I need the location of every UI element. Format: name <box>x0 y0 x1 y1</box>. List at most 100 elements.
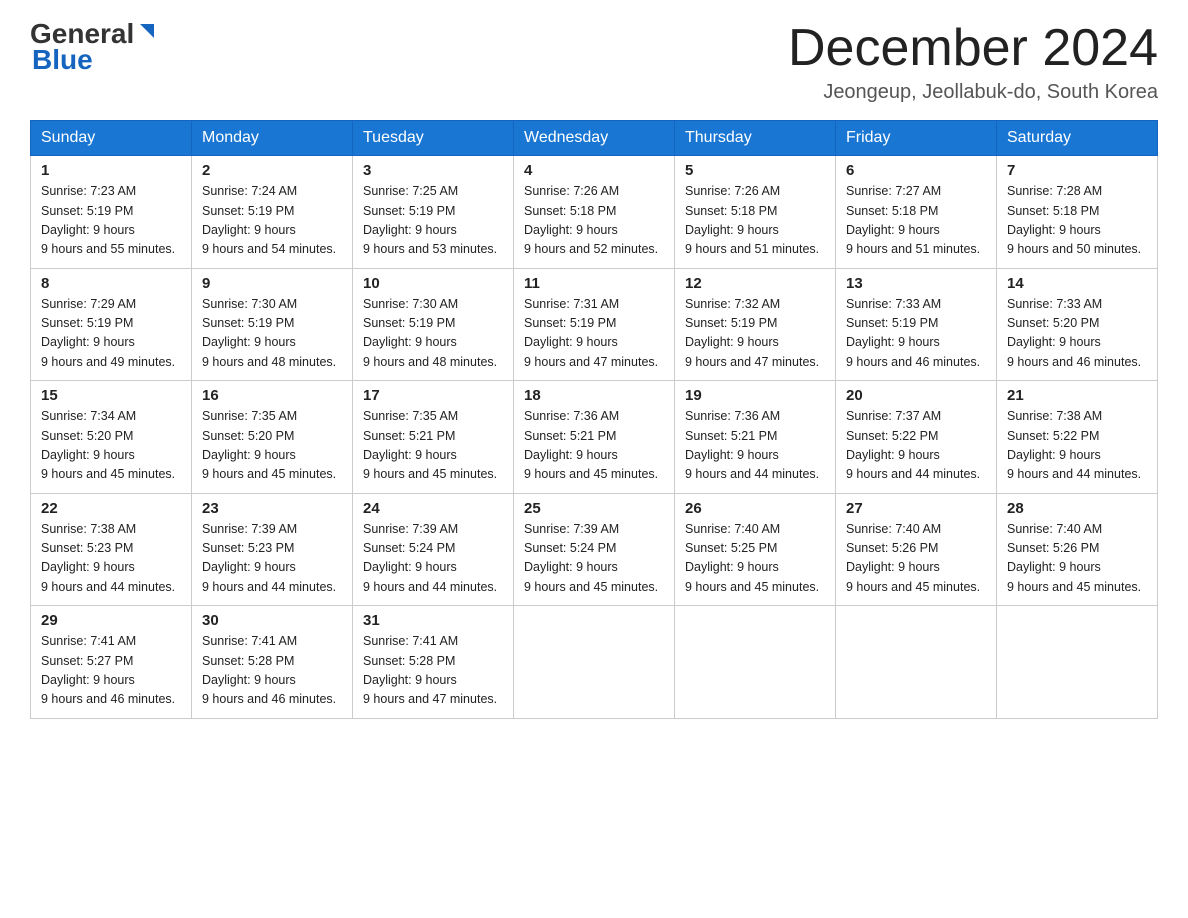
day-info: Sunrise: 7:33 AMSunset: 5:20 PMDaylight:… <box>1007 297 1141 369</box>
day-number: 19 <box>685 387 825 404</box>
calendar-cell: 18 Sunrise: 7:36 AMSunset: 5:21 PMDaylig… <box>514 381 675 494</box>
day-info: Sunrise: 7:38 AMSunset: 5:22 PMDaylight:… <box>1007 409 1141 481</box>
day-number: 24 <box>363 500 503 517</box>
calendar-cell: 10 Sunrise: 7:30 AMSunset: 5:19 PMDaylig… <box>353 268 514 381</box>
day-number: 31 <box>363 612 503 629</box>
day-number: 7 <box>1007 162 1147 179</box>
calendar-cell: 12 Sunrise: 7:32 AMSunset: 5:19 PMDaylig… <box>675 268 836 381</box>
day-number: 6 <box>846 162 986 179</box>
day-number: 15 <box>41 387 181 404</box>
day-number: 8 <box>41 275 181 292</box>
day-number: 1 <box>41 162 181 179</box>
col-header-monday: Monday <box>192 121 353 156</box>
day-info: Sunrise: 7:30 AMSunset: 5:19 PMDaylight:… <box>202 297 336 369</box>
day-info: Sunrise: 7:35 AMSunset: 5:21 PMDaylight:… <box>363 409 497 481</box>
calendar-cell: 25 Sunrise: 7:39 AMSunset: 5:24 PMDaylig… <box>514 493 675 606</box>
day-info: Sunrise: 7:33 AMSunset: 5:19 PMDaylight:… <box>846 297 980 369</box>
month-title: December 2024 <box>788 20 1158 77</box>
calendar-cell: 14 Sunrise: 7:33 AMSunset: 5:20 PMDaylig… <box>997 268 1158 381</box>
logo: General Blue <box>30 20 158 76</box>
day-info: Sunrise: 7:41 AMSunset: 5:28 PMDaylight:… <box>363 634 497 706</box>
calendar-cell <box>836 606 997 719</box>
day-number: 12 <box>685 275 825 292</box>
day-number: 16 <box>202 387 342 404</box>
calendar-cell <box>675 606 836 719</box>
day-number: 20 <box>846 387 986 404</box>
day-info: Sunrise: 7:39 AMSunset: 5:24 PMDaylight:… <box>524 522 658 594</box>
day-number: 2 <box>202 162 342 179</box>
location: Jeongeup, Jeollabuk-do, South Korea <box>788 81 1158 104</box>
day-number: 11 <box>524 275 664 292</box>
day-number: 27 <box>846 500 986 517</box>
day-info: Sunrise: 7:38 AMSunset: 5:23 PMDaylight:… <box>41 522 175 594</box>
calendar-table: SundayMondayTuesdayWednesdayThursdayFrid… <box>30 120 1158 719</box>
day-number: 21 <box>1007 387 1147 404</box>
calendar-cell: 28 Sunrise: 7:40 AMSunset: 5:26 PMDaylig… <box>997 493 1158 606</box>
col-header-sunday: Sunday <box>31 121 192 156</box>
day-info: Sunrise: 7:35 AMSunset: 5:20 PMDaylight:… <box>202 409 336 481</box>
calendar-cell: 31 Sunrise: 7:41 AMSunset: 5:28 PMDaylig… <box>353 606 514 719</box>
day-info: Sunrise: 7:23 AMSunset: 5:19 PMDaylight:… <box>41 184 175 256</box>
day-info: Sunrise: 7:40 AMSunset: 5:26 PMDaylight:… <box>846 522 980 594</box>
day-info: Sunrise: 7:32 AMSunset: 5:19 PMDaylight:… <box>685 297 819 369</box>
calendar-cell <box>997 606 1158 719</box>
day-number: 18 <box>524 387 664 404</box>
day-info: Sunrise: 7:29 AMSunset: 5:19 PMDaylight:… <box>41 297 175 369</box>
day-number: 14 <box>1007 275 1147 292</box>
calendar-cell: 4 Sunrise: 7:26 AMSunset: 5:18 PMDayligh… <box>514 156 675 269</box>
day-number: 4 <box>524 162 664 179</box>
day-number: 23 <box>202 500 342 517</box>
day-number: 3 <box>363 162 503 179</box>
day-info: Sunrise: 7:40 AMSunset: 5:26 PMDaylight:… <box>1007 522 1141 594</box>
day-number: 26 <box>685 500 825 517</box>
calendar-cell: 2 Sunrise: 7:24 AMSunset: 5:19 PMDayligh… <box>192 156 353 269</box>
day-info: Sunrise: 7:41 AMSunset: 5:28 PMDaylight:… <box>202 634 336 706</box>
day-number: 17 <box>363 387 503 404</box>
calendar-cell: 15 Sunrise: 7:34 AMSunset: 5:20 PMDaylig… <box>31 381 192 494</box>
day-info: Sunrise: 7:39 AMSunset: 5:23 PMDaylight:… <box>202 522 336 594</box>
calendar-body: 1 Sunrise: 7:23 AMSunset: 5:19 PMDayligh… <box>31 156 1158 719</box>
calendar-cell: 22 Sunrise: 7:38 AMSunset: 5:23 PMDaylig… <box>31 493 192 606</box>
calendar-week-3: 15 Sunrise: 7:34 AMSunset: 5:20 PMDaylig… <box>31 381 1158 494</box>
day-info: Sunrise: 7:34 AMSunset: 5:20 PMDaylight:… <box>41 409 175 481</box>
day-number: 30 <box>202 612 342 629</box>
calendar-cell: 7 Sunrise: 7:28 AMSunset: 5:18 PMDayligh… <box>997 156 1158 269</box>
calendar-week-1: 1 Sunrise: 7:23 AMSunset: 5:19 PMDayligh… <box>31 156 1158 269</box>
day-info: Sunrise: 7:26 AMSunset: 5:18 PMDaylight:… <box>524 184 658 256</box>
day-number: 13 <box>846 275 986 292</box>
calendar-cell: 17 Sunrise: 7:35 AMSunset: 5:21 PMDaylig… <box>353 381 514 494</box>
calendar-cell <box>514 606 675 719</box>
day-info: Sunrise: 7:40 AMSunset: 5:25 PMDaylight:… <box>685 522 819 594</box>
calendar-cell: 5 Sunrise: 7:26 AMSunset: 5:18 PMDayligh… <box>675 156 836 269</box>
day-number: 9 <box>202 275 342 292</box>
title-block: December 2024 Jeongeup, Jeollabuk-do, So… <box>788 20 1158 104</box>
day-info: Sunrise: 7:39 AMSunset: 5:24 PMDaylight:… <box>363 522 497 594</box>
col-header-tuesday: Tuesday <box>353 121 514 156</box>
day-info: Sunrise: 7:25 AMSunset: 5:19 PMDaylight:… <box>363 184 497 256</box>
calendar-cell: 16 Sunrise: 7:35 AMSunset: 5:20 PMDaylig… <box>192 381 353 494</box>
col-header-thursday: Thursday <box>675 121 836 156</box>
col-header-friday: Friday <box>836 121 997 156</box>
day-number: 5 <box>685 162 825 179</box>
day-info: Sunrise: 7:36 AMSunset: 5:21 PMDaylight:… <box>524 409 658 481</box>
col-header-saturday: Saturday <box>997 121 1158 156</box>
calendar-cell: 20 Sunrise: 7:37 AMSunset: 5:22 PMDaylig… <box>836 381 997 494</box>
day-info: Sunrise: 7:27 AMSunset: 5:18 PMDaylight:… <box>846 184 980 256</box>
day-info: Sunrise: 7:36 AMSunset: 5:21 PMDaylight:… <box>685 409 819 481</box>
calendar-cell: 26 Sunrise: 7:40 AMSunset: 5:25 PMDaylig… <box>675 493 836 606</box>
day-info: Sunrise: 7:30 AMSunset: 5:19 PMDaylight:… <box>363 297 497 369</box>
logo-arrow-icon <box>136 22 158 44</box>
day-info: Sunrise: 7:41 AMSunset: 5:27 PMDaylight:… <box>41 634 175 706</box>
calendar-week-4: 22 Sunrise: 7:38 AMSunset: 5:23 PMDaylig… <box>31 493 1158 606</box>
day-number: 10 <box>363 275 503 292</box>
calendar-cell: 23 Sunrise: 7:39 AMSunset: 5:23 PMDaylig… <box>192 493 353 606</box>
day-number: 22 <box>41 500 181 517</box>
day-number: 28 <box>1007 500 1147 517</box>
day-number: 29 <box>41 612 181 629</box>
day-info: Sunrise: 7:37 AMSunset: 5:22 PMDaylight:… <box>846 409 980 481</box>
calendar-cell: 29 Sunrise: 7:41 AMSunset: 5:27 PMDaylig… <box>31 606 192 719</box>
calendar-cell: 3 Sunrise: 7:25 AMSunset: 5:19 PMDayligh… <box>353 156 514 269</box>
calendar-cell: 11 Sunrise: 7:31 AMSunset: 5:19 PMDaylig… <box>514 268 675 381</box>
calendar-cell: 27 Sunrise: 7:40 AMSunset: 5:26 PMDaylig… <box>836 493 997 606</box>
calendar-cell: 9 Sunrise: 7:30 AMSunset: 5:19 PMDayligh… <box>192 268 353 381</box>
